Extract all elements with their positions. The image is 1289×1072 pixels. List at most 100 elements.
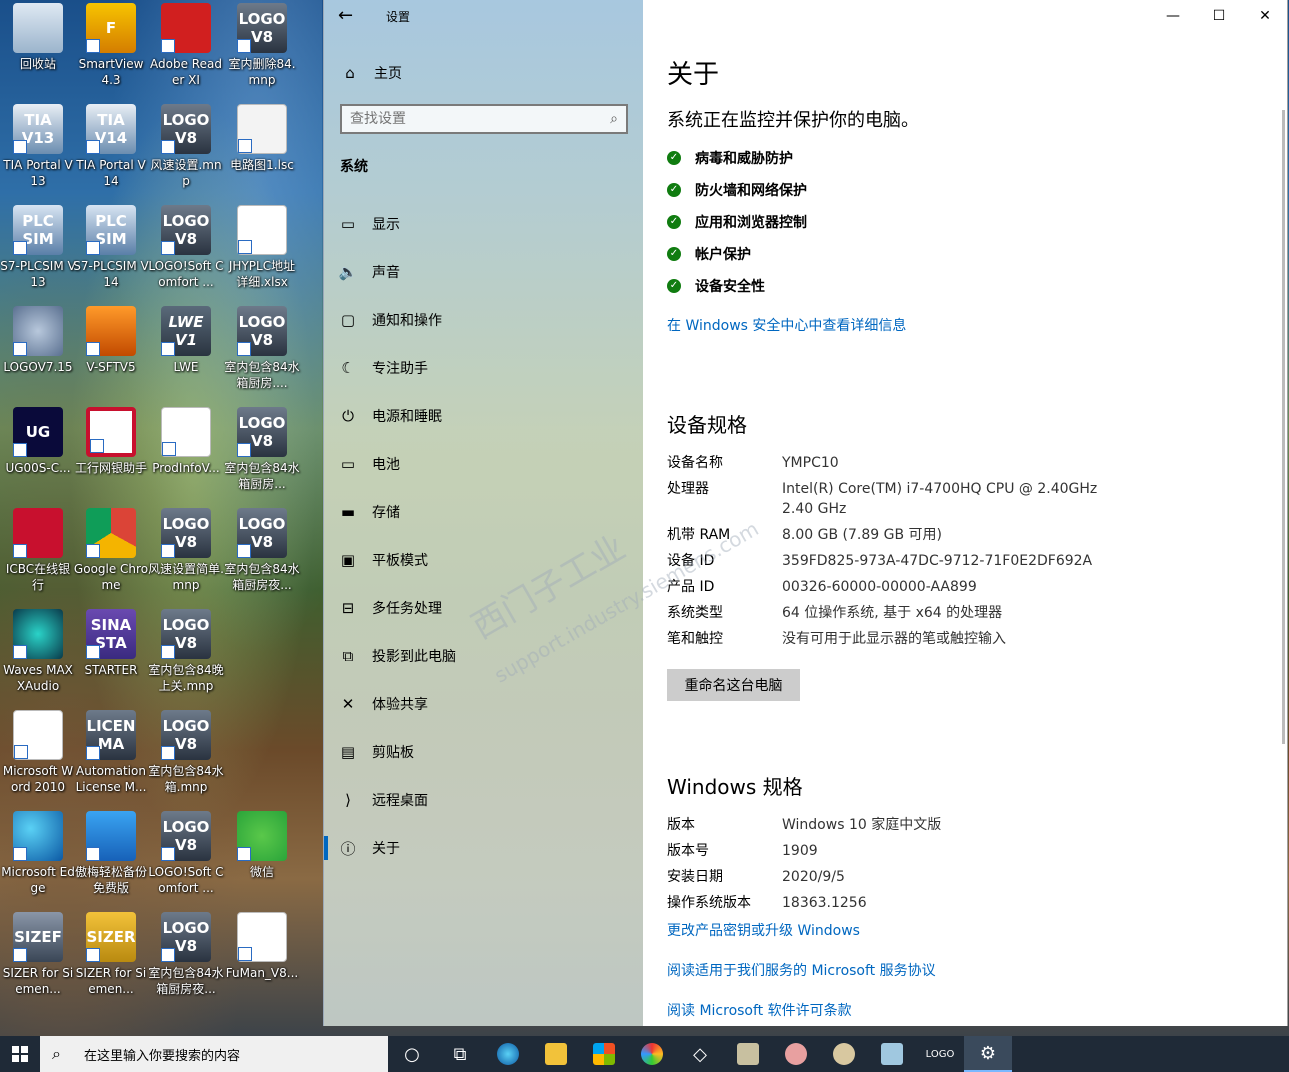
desktop-icon[interactable]: Adobe Reader XI [148,0,224,100]
search-icon[interactable]: ⌕ [602,111,626,127]
logo-taskbar-icon[interactable]: LOGO [916,1036,964,1072]
nav-item-multitask[interactable]: ⊟ 多任务处理 [324,588,643,628]
desktop-icon[interactable]: TIA V13 TIA Portal V13 [0,101,76,201]
desktop-icon[interactable]: LOGO V8 室内包含84水箱厨房夜... [224,505,300,605]
desktop-icon-label: 工行网银助手 [74,461,147,475]
desktop-icon[interactable]: Microsoft Edge [0,808,76,908]
settings-search-input[interactable] [342,111,602,127]
security-center-link[interactable]: 在 Windows 安全中心中查看详细信息 [667,315,906,335]
backup-icon [86,811,136,861]
nav-item-storage[interactable]: ▬ 存储 [324,492,643,532]
change-product-key-link[interactable]: 更改产品密钥或升级 Windows [667,920,860,940]
nav-item-project[interactable]: ⧉ 投影到此电脑 [324,636,643,676]
close-icon[interactable]: ✕ [1242,0,1287,32]
store-icon[interactable] [580,1036,628,1072]
desktop-icon[interactable]: Waves MAXXAudio [0,606,76,706]
desktop-icon[interactable]: PDF FuMan_V8... [224,909,300,1009]
desktop-icon[interactable]: LOGO V8 风速设置.mnp [148,101,224,201]
code-icon[interactable]: ◇ [676,1036,724,1072]
share-icon: ✕ [341,695,355,713]
desktop-icon[interactable]: LICEN MA Automation License M... [73,707,149,807]
windows-logo-icon [12,1046,28,1062]
scrollbar[interactable] [1282,110,1285,744]
paint-icon[interactable] [772,1036,820,1072]
settings-search-box[interactable]: ⌕ [340,104,628,134]
desktop-icon[interactable]: TIA V14 TIA Portal V14 [73,101,149,201]
back-arrow-icon[interactable]: ← [338,6,362,26]
desktop-icon[interactable]: LWE V1 LWE [148,303,224,403]
nav-item-info[interactable]: ⓘ 关于 [324,828,643,868]
desktop-icon[interactable]: LOGO V8 室内删除84.mnp [224,0,300,100]
desktop-icon[interactable]: 工行网银助手 [73,404,149,504]
desktop-icon[interactable]: LOGO V8 LOGO!Soft Comfort ... [148,202,224,302]
desktop-icon[interactable]: LOGO V8 室内包含84水箱厨房... [224,404,300,504]
nav-item-share[interactable]: ✕ 体验共享 [324,684,643,724]
nav-item-battery[interactable]: ▭ 电池 [324,444,643,484]
nav-item-speaker[interactable]: 🔈 声音 [324,252,643,292]
desktop-icon[interactable]: PLC SIM S7-PLCSIM V14 [73,202,149,302]
desktop-icon[interactable]: SIZEF SIZER for Siemen... [0,909,76,1009]
spec-key: 笔和触控 [667,631,723,647]
nav-item-clipboard[interactable]: ▤ 剪贴板 [324,732,643,772]
desktop-icon[interactable]: SIZER SIZER for Siemen... [73,909,149,1009]
notepad-icon[interactable] [724,1036,772,1072]
license-terms-link[interactable]: 阅读 Microsoft 软件许可条款 [667,1000,852,1020]
desktop-icon[interactable]: PLC SIM S7-PLCSIM V13 [0,202,76,302]
settings-taskbar-icon[interactable]: ⚙ [964,1036,1012,1072]
desktop-icon-label: S7-PLCSIM V14 [73,259,149,289]
desktop-icon[interactable]: ICBC在线银行 [0,505,76,605]
edge-icon [13,811,63,861]
desktop-icon[interactable]: X JHYPLC地址详细.xlsx [224,202,300,302]
nav-item-notification[interactable]: ▢ 通知和操作 [324,300,643,340]
edge-taskbar-icon[interactable] [484,1036,532,1072]
nav-item-tablet[interactable]: ▣ 平板模式 [324,540,643,580]
nav-item-monitor[interactable]: ▭ 显示 [324,204,643,244]
desktop-icon[interactable]: LOGO V8 风速设置简单.mnp [148,505,224,605]
spec-value: 1909 [782,843,818,859]
rename-pc-button[interactable]: 重命名这台电脑 [667,669,800,701]
desktop-icon[interactable]: LOGO V8 室内包含84水箱厨房夜... [148,909,224,1009]
minimize-icon[interactable]: — [1150,0,1196,32]
nav-item-power[interactable]: ⏻ 电源和睡眠 [324,396,643,436]
desktop-icon[interactable]: LOGO V8 室内包含84水箱.mnp [148,707,224,807]
cortana-icon[interactable]: ○ [388,1036,436,1072]
desktop-icon-label: STARTER [84,663,138,677]
desktop-icon-label: UG00S-C... [5,461,71,475]
desktop-icon[interactable]: 傲梅轻松备份免费版 [73,808,149,908]
desktop-icon[interactable]: V-SFTV5 [73,303,149,403]
desktop-icon[interactable]: SINA STA STARTER [73,606,149,706]
desktop-icon[interactable]: LOGO V8 LOGO!Soft Comfort ... [148,808,224,908]
palette-icon[interactable] [820,1036,868,1072]
maximize-icon[interactable]: ☐ [1196,0,1242,32]
tablet-icon: ▣ [340,551,356,569]
desktop-icon[interactable]: UG UG00S-C... [0,404,76,504]
desktop-icon-label: 室内包含84水箱厨房.... [224,360,300,390]
logo-soft-icon: LOGO V8 [161,205,211,255]
desktop-icon[interactable]: 回收站 [0,0,76,100]
desktop-icon[interactable]: PDF ProdInfoV... [148,404,224,504]
desktop-icon[interactable]: LOGO V8 室内包含84晚上关.mnp [148,606,224,706]
pen-tool-icon[interactable] [868,1036,916,1072]
protection-label: 帐户保护 [695,247,751,263]
logo-file-icon: LOGO V8 [161,710,211,760]
desktop-icon[interactable]: 电路图1.lsc [224,101,300,201]
nav-item-remote[interactable]: ⟩ 远程桌面 [324,780,643,820]
desktop-icon[interactable]: LOGOV7.15 [0,303,76,403]
task-view-icon[interactable]: ⧉ [436,1036,484,1072]
nav-home[interactable]: ⌂ 主页 [340,58,630,88]
desktop-icon[interactable]: LOGO V8 室内包含84水箱厨房.... [224,303,300,403]
start-button[interactable] [0,1036,40,1072]
desktop-icon[interactable]: W Microsoft Word 2010 [0,707,76,807]
file-explorer-icon[interactable] [532,1036,580,1072]
nav-item-label: 声音 [372,265,400,281]
desktop-icon[interactable]: F SmartView 4.3 [73,0,149,100]
nav-item-label: 投影到此电脑 [372,649,456,665]
titlebar: ← 设置 [324,0,643,32]
service-agreement-link[interactable]: 阅读适用于我们服务的 Microsoft 服务协议 [667,960,936,980]
taskbar-search-box[interactable]: ⌕ 在这里输入你要搜索的内容 [40,1036,388,1072]
pdf-file-icon: PDF [237,912,287,962]
colorful-app-icon[interactable] [628,1036,676,1072]
desktop-icon[interactable]: 微信 [224,808,300,908]
desktop-icon[interactable]: Google Chrome [73,505,149,605]
nav-item-moon[interactable]: ☾ 专注助手 [324,348,643,388]
